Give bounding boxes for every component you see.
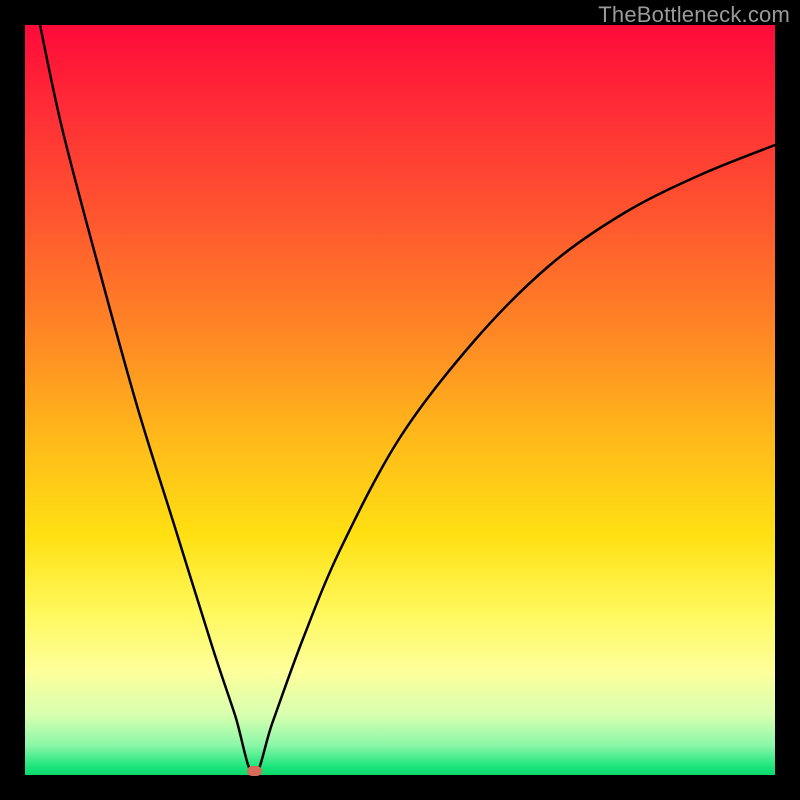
chart-frame: TheBottleneck.com	[0, 0, 800, 800]
watermark-text: TheBottleneck.com	[598, 2, 790, 28]
curve-path	[40, 25, 775, 775]
plot-area	[25, 25, 775, 775]
optimum-marker	[247, 766, 262, 776]
bottleneck-curve	[25, 25, 775, 775]
